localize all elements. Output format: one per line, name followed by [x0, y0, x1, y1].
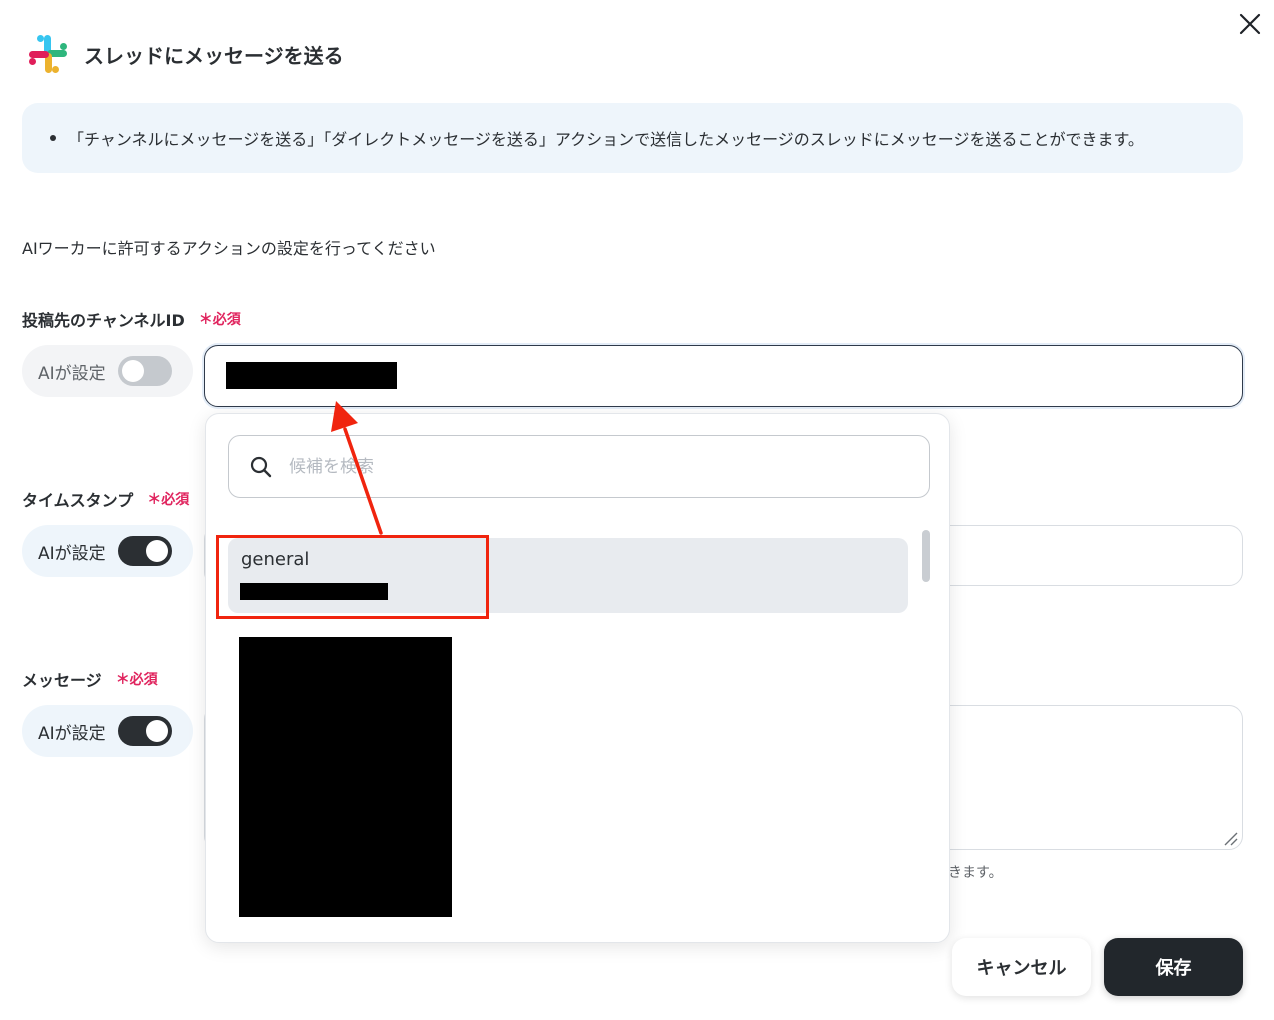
bullet-icon [50, 135, 56, 141]
ai-setting-label: AIが設定 [38, 363, 106, 384]
annotation-arrow-icon [331, 401, 383, 535]
modal-title: スレッドにメッセージを送る [84, 43, 344, 68]
timestamp-ai-setting: AIが設定 [22, 525, 193, 577]
message-label: メッセージ [22, 671, 102, 690]
message-label-row: メッセージ ＊必須 [22, 667, 158, 691]
timestamp-ai-toggle[interactable] [117, 536, 172, 566]
channel-id-ai-setting: AIが設定 [22, 345, 193, 397]
dropdown-scrollbar[interactable] [922, 530, 930, 582]
channel-id-label-row: 投稿先のチャンネルID ＊必須 [22, 307, 241, 331]
cancel-button[interactable]: キャンセル [952, 938, 1091, 996]
message-ai-toggle[interactable] [117, 716, 172, 746]
toggle-knob [145, 540, 168, 562]
required-badge: ＊必須 [115, 672, 158, 688]
modal-header: スレッドにメッセージを送る [26, 34, 344, 74]
action-description: AIワーカーに許可するアクションの設定を行ってください [22, 239, 436, 258]
info-text: 「チャンネルにメッセージを送る」「ダイレクトメッセージを送る」アクションで送信し… [68, 130, 1144, 149]
ai-setting-label: AIが設定 [38, 543, 106, 564]
slack-logo-icon [29, 35, 67, 73]
channel-id-ai-toggle[interactable] [117, 356, 172, 386]
required-badge: ＊必須 [198, 312, 241, 328]
message-ai-setting: AIが設定 [22, 705, 193, 757]
timestamp-label: タイムスタンプ [22, 491, 134, 510]
close-icon [1239, 13, 1261, 35]
timestamp-label-row: タイムスタンプ ＊必須 [22, 487, 189, 511]
info-box: 「チャンネルにメッセージを送る」「ダイレクトメッセージを送る」アクションで送信し… [22, 103, 1243, 173]
close-button[interactable] [1232, 6, 1268, 42]
ai-setting-label: AIが設定 [38, 723, 106, 744]
resize-grip-icon[interactable] [1222, 830, 1238, 846]
message-hint: きます。 [948, 865, 1003, 881]
save-button[interactable]: 保存 [1104, 938, 1243, 996]
annotation-highlight-box [216, 535, 489, 619]
toggle-knob [121, 360, 144, 382]
channel-id-label: 投稿先のチャンネルID [22, 311, 185, 330]
channel-dropdown: general [205, 413, 950, 943]
info-item: 「チャンネルにメッセージを送る」「ダイレクトメッセージを送る」アクションで送信し… [50, 126, 1144, 150]
search-icon [250, 456, 272, 477]
required-badge: ＊必須 [147, 492, 190, 508]
redacted-option-list [239, 637, 452, 917]
toggle-knob [145, 720, 168, 742]
redacted-channel-value [226, 362, 397, 389]
